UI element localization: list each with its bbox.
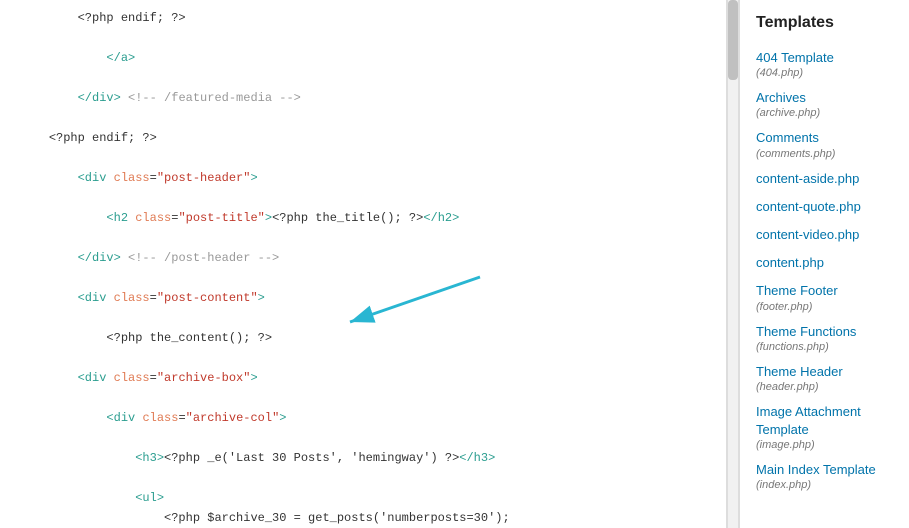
template-name-1[interactable]: Archives (756, 89, 893, 107)
template-item-8[interactable]: Theme Functions (functions.php) (740, 318, 909, 358)
template-name-2[interactable]: Comments (756, 129, 893, 147)
template-file-7: (footer.php) (756, 301, 893, 313)
code-line-5: </div> <!-- /featured-media --> (20, 88, 726, 108)
template-item-5[interactable]: content-video.php (740, 221, 909, 249)
code-line-9: <div class="post-header"> (20, 168, 726, 188)
code-line-4 (20, 68, 726, 88)
template-file-0: (404.php) (756, 67, 893, 79)
template-item-7[interactable]: Theme Footer (footer.php) (740, 277, 909, 317)
template-item-10[interactable]: Image Attachment Template (image.php) (740, 398, 909, 456)
code-line-11: <h2 class="post-title"><?php the_title()… (20, 208, 726, 228)
template-name-6[interactable]: content.php (756, 254, 893, 272)
code-line-2 (20, 28, 726, 48)
code-line-10 (20, 188, 726, 208)
code-line-24 (20, 468, 726, 488)
template-item-4[interactable]: content-quote.php (740, 193, 909, 221)
template-item-3[interactable]: content-aside.php (740, 165, 909, 193)
template-file-8: (functions.php) (756, 341, 893, 353)
template-name-3[interactable]: content-aside.php (756, 170, 893, 188)
code-line-21: <div class="archive-col"> (20, 408, 726, 428)
template-name-5[interactable]: content-video.php (756, 226, 893, 244)
code-line-18 (20, 348, 726, 368)
template-file-9: (header.php) (756, 381, 893, 393)
template-item-1[interactable]: Archives (archive.php) (740, 84, 909, 124)
code-line-8 (20, 148, 726, 168)
template-name-0[interactable]: 404 Template (756, 49, 893, 67)
code-line-22 (20, 428, 726, 448)
code-line-7: <?php endif; ?> (20, 128, 726, 148)
code-scroll-area[interactable]: <?php endif; ?> </a> </div> <!-- /featur… (0, 0, 726, 528)
code-line-23: <h3><?php _e('Last 30 Posts', 'hemingway… (20, 448, 726, 468)
template-item-9[interactable]: Theme Header (header.php) (740, 358, 909, 398)
template-item-11[interactable]: Main Index Template (index.php) (740, 456, 909, 496)
code-line-19: <div class="archive-box"> (20, 368, 726, 388)
code-line-13: </div> <!-- /post-header --> (20, 248, 726, 268)
template-file-10: (image.php) (756, 439, 893, 451)
template-file-1: (archive.php) (756, 107, 893, 119)
template-name-4[interactable]: content-quote.php (756, 198, 893, 216)
template-name-8[interactable]: Theme Functions (756, 323, 893, 341)
templates-sidebar: Templates 404 Template (404.php) Archive… (739, 0, 909, 528)
template-item-2[interactable]: Comments (comments.php) (740, 124, 909, 164)
code-line-14 (20, 268, 726, 288)
code-line-15: <div class="post-content"> (20, 288, 726, 308)
code-line-12 (20, 228, 726, 248)
code-line-20 (20, 388, 726, 408)
template-item-6[interactable]: content.php (740, 249, 909, 277)
code-editor: <?php endif; ?> </a> </div> <!-- /featur… (0, 0, 727, 528)
code-line-1: <?php endif; ?> (20, 8, 726, 28)
code-line-16 (20, 308, 726, 328)
template-name-10[interactable]: Image Attachment Template (756, 403, 893, 439)
template-file-2: (comments.php) (756, 148, 893, 160)
template-item-0[interactable]: 404 Template (404.php) (740, 44, 909, 84)
code-line-26: <?php $archive_30 = get_posts('numberpos… (20, 508, 726, 528)
template-name-9[interactable]: Theme Header (756, 363, 893, 381)
code-line-25: <ul> (20, 488, 726, 508)
sidebar-title: Templates (740, 10, 909, 44)
template-name-7[interactable]: Theme Footer (756, 282, 893, 300)
center-scrollbar[interactable] (727, 0, 739, 528)
code-line-17: <?php the_content(); ?> (20, 328, 726, 348)
template-name-11[interactable]: Main Index Template (756, 461, 893, 479)
template-file-11: (index.php) (756, 479, 893, 491)
code-line-3: </a> (20, 48, 726, 68)
code-line-6 (20, 108, 726, 128)
scrollbar-thumb[interactable] (728, 0, 738, 80)
